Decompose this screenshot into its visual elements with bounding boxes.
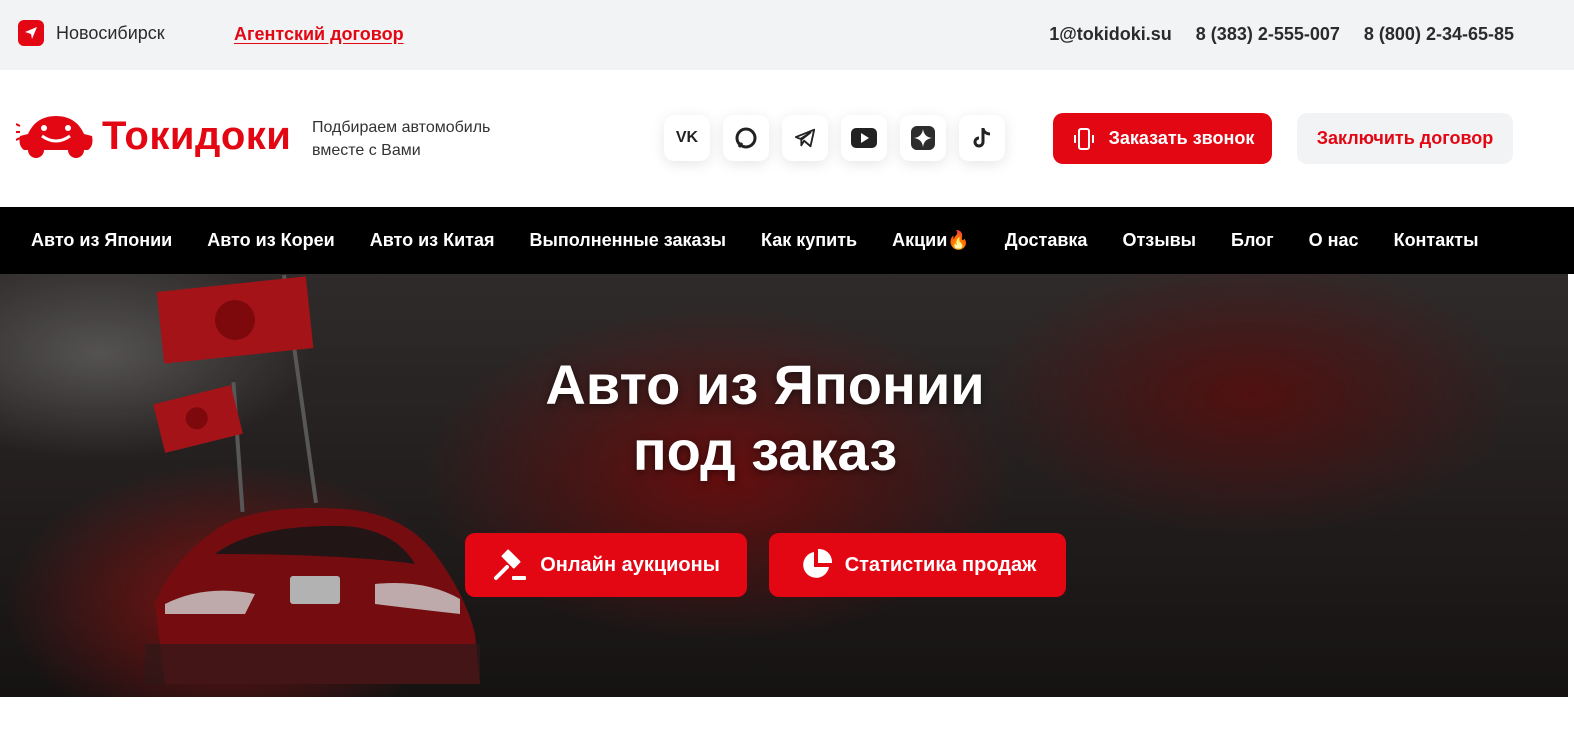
max-icon[interactable] bbox=[723, 115, 769, 161]
tiktok-icon[interactable] bbox=[959, 115, 1005, 161]
top-bar: Новосибирск Агентский договор 1@tokidoki… bbox=[0, 0, 1574, 70]
pie-chart-icon bbox=[802, 548, 832, 578]
gavel-icon bbox=[494, 549, 527, 580]
nav-delivery[interactable]: Доставка bbox=[1005, 230, 1088, 251]
hero-title: Авто из Японии под заказ bbox=[0, 352, 1530, 484]
nav-completed-orders[interactable]: Выполненные заказы bbox=[530, 230, 727, 251]
youtube-icon[interactable] bbox=[841, 115, 887, 161]
email-link[interactable]: 1@tokidoki.su bbox=[1049, 24, 1172, 45]
tagline-line-1: Подбираем автомобиль bbox=[312, 119, 491, 136]
city-selector[interactable]: Новосибирск bbox=[18, 20, 165, 46]
nav-korea[interactable]: Авто из Кореи bbox=[207, 230, 334, 251]
nav-how-to-buy[interactable]: Как купить bbox=[761, 230, 857, 251]
nav-promotions[interactable]: Акции🔥 bbox=[892, 230, 970, 251]
main-nav: Авто из Японии Авто из Кореи Авто из Кит… bbox=[0, 207, 1574, 274]
online-auctions-label: Онлайн аукционы bbox=[540, 553, 720, 576]
hero-banner: Авто из Японии под заказ Онлайн аукционы… bbox=[0, 274, 1568, 697]
nav-about[interactable]: О нас bbox=[1309, 230, 1359, 251]
sales-statistics-button[interactable]: Статистика продаж bbox=[769, 533, 1066, 597]
dzen-icon[interactable] bbox=[900, 115, 946, 161]
tagline: Подбираем автомобиль вместе с Вами bbox=[312, 116, 532, 162]
phone-free-link[interactable]: 8 (800) 2-34-65-85 bbox=[1364, 24, 1514, 45]
vk-icon[interactable]: VK bbox=[664, 115, 710, 161]
online-auctions-button[interactable]: Онлайн аукционы bbox=[465, 533, 747, 597]
telegram-icon[interactable] bbox=[782, 115, 828, 161]
agent-contract-link[interactable]: Агентский договор bbox=[234, 24, 404, 45]
nav-contacts[interactable]: Контакты bbox=[1394, 230, 1479, 251]
phone-vibrate-icon bbox=[1073, 127, 1094, 150]
nav-reviews[interactable]: Отзывы bbox=[1122, 230, 1196, 251]
nav-china[interactable]: Авто из Китая bbox=[370, 230, 495, 251]
order-call-label: Заказать звонок bbox=[1108, 128, 1255, 148]
order-call-button[interactable]: Заказать звонок bbox=[1053, 113, 1272, 164]
car-logo-icon bbox=[16, 116, 93, 158]
phone-local-link[interactable]: 8 (383) 2-555-007 bbox=[1196, 24, 1340, 45]
hero-overlay bbox=[0, 274, 1568, 697]
city-label: Новосибирск bbox=[56, 22, 165, 43]
logo-text: Токидоки bbox=[102, 113, 292, 158]
contacts: 1@tokidoki.su 8 (383) 2-555-007 8 (800) … bbox=[1049, 24, 1514, 45]
tagline-line-2: вместе с Вами bbox=[312, 142, 421, 159]
social-links: VK bbox=[664, 115, 1005, 161]
sign-contract-button[interactable]: Заключить договор bbox=[1297, 113, 1513, 164]
location-arrow-icon bbox=[18, 20, 44, 46]
hero-title-line-2: под заказ bbox=[632, 419, 898, 482]
hero-title-line-1: Авто из Японии bbox=[545, 353, 985, 416]
nav-blog[interactable]: Блог bbox=[1231, 230, 1274, 251]
sales-statistics-label: Статистика продаж bbox=[844, 553, 1037, 576]
logo[interactable]: Токидоки bbox=[16, 112, 291, 160]
header: Токидоки Подбираем автомобиль вместе с В… bbox=[0, 70, 1574, 207]
nav-japan[interactable]: Авто из Японии bbox=[31, 230, 172, 251]
